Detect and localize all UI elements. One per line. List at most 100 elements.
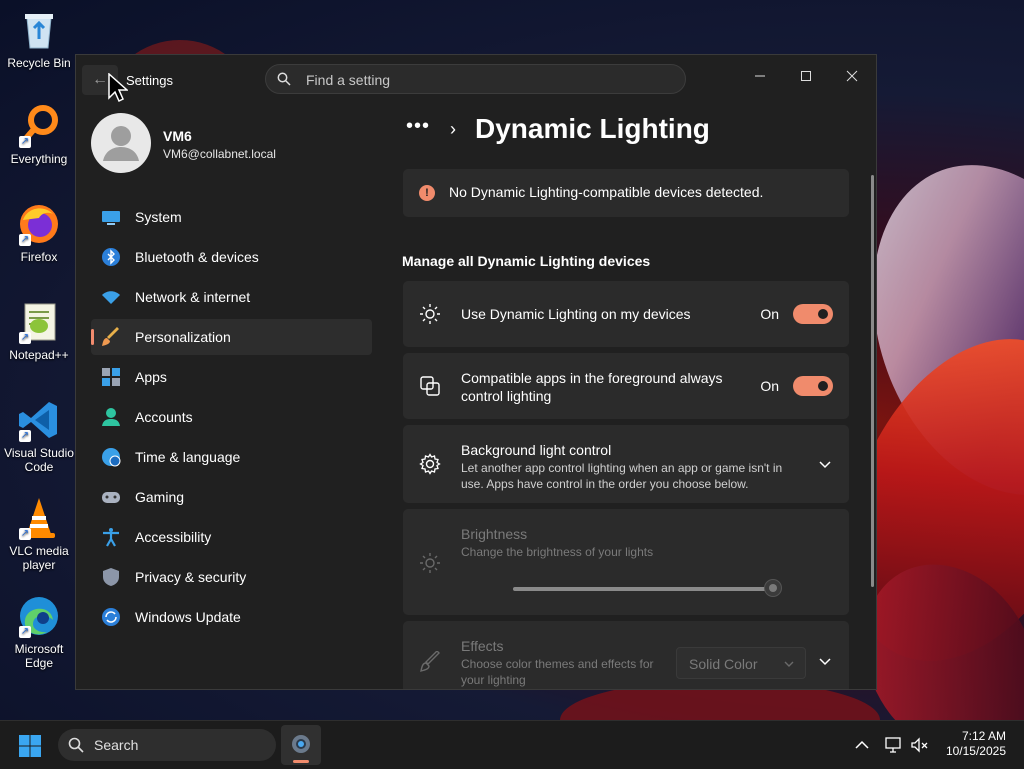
sidebar-item-label: Gaming <box>135 489 185 505</box>
close-button[interactable] <box>830 61 874 91</box>
sidebar-item-label: System <box>135 209 182 225</box>
shortcut-arrow-icon: ↗ <box>19 332 31 344</box>
info-banner: ! No Dynamic Lighting-compatible devices… <box>403 169 849 217</box>
sidebar-item-label: Network & internet <box>135 289 251 305</box>
app-title: Settings <box>126 73 173 88</box>
start-button[interactable] <box>18 734 42 758</box>
shortcut-arrow-icon: ↗ <box>19 430 31 442</box>
shortcut-arrow-icon: ↗ <box>19 136 31 148</box>
search-icon <box>68 737 84 758</box>
sidebar-item-network[interactable]: Network & internet <box>91 279 372 315</box>
setting-title: Effects <box>461 638 504 654</box>
dropdown-value: Solid Color <box>689 656 758 672</box>
taskbar-search[interactable]: Search <box>58 729 276 761</box>
title-bar: ← Settings <box>76 55 876 103</box>
setting-use-dynamic-lighting: Use Dynamic Lighting on my devices On <box>403 281 849 347</box>
notepadpp-icon: ↗ <box>17 300 61 344</box>
brightness-slider-track[interactable] <box>513 587 769 591</box>
vscode-icon: ↗ <box>17 398 61 442</box>
network-monitor-icon[interactable] <box>884 735 904 755</box>
sidebar-item-accounts[interactable]: Accounts <box>91 399 372 435</box>
breadcrumb-more-button[interactable]: ••• <box>406 115 430 138</box>
sidebar-item-privacy[interactable]: Privacy & security <box>91 559 372 595</box>
shortcut-arrow-icon: ↗ <box>19 528 31 540</box>
gear-icon <box>419 453 441 475</box>
chevron-up-icon[interactable] <box>852 735 872 755</box>
brightness-icon <box>419 552 441 574</box>
foreground-apps-toggle[interactable] <box>793 376 833 396</box>
desktop-icon-everything[interactable]: ↗ Everything <box>4 104 74 166</box>
taskbar-settings-app[interactable] <box>281 725 321 765</box>
system-clock[interactable]: 7:12 AM 10/15/2025 <box>946 729 1006 759</box>
chevron-down-icon[interactable] <box>817 653 833 669</box>
shield-icon <box>101 567 121 587</box>
accounts-icon <box>101 407 121 427</box>
setting-subtitle: Change the brightness of your lights <box>461 545 654 559</box>
sidebar-item-apps[interactable]: Apps <box>91 359 372 395</box>
setting-title: Compatible apps in the foreground always… <box>461 370 723 404</box>
brush-icon <box>101 327 121 347</box>
settings-search-box[interactable] <box>265 64 686 94</box>
sidebar-item-personalization[interactable]: Personalization <box>91 319 372 355</box>
sidebar-item-label: Privacy & security <box>135 569 247 585</box>
desktop-icon-recycle-bin[interactable]: Recycle Bin <box>4 8 74 70</box>
volume-muted-icon[interactable] <box>910 735 930 755</box>
sidebar-item-gaming[interactable]: Gaming <box>91 479 372 515</box>
sidebar-item-windows-update[interactable]: Windows Update <box>91 599 372 635</box>
shortcut-arrow-icon: ↗ <box>19 626 31 638</box>
setting-background-light-control[interactable]: Background light control Let another app… <box>403 425 849 503</box>
user-name: VM6 <box>163 128 192 144</box>
use-dynamic-lighting-toggle[interactable] <box>793 304 833 324</box>
back-arrow-icon: ← <box>92 71 108 88</box>
sidebar-item-time-language[interactable]: Time & language <box>91 439 372 475</box>
everything-search-icon: ↗ <box>17 104 61 148</box>
wifi-icon <box>101 287 121 307</box>
desktop-icon-label: Firefox <box>20 250 58 264</box>
minimize-button[interactable] <box>738 61 782 91</box>
maximize-icon <box>801 71 811 81</box>
info-message: No Dynamic Lighting-compatible devices d… <box>449 184 764 200</box>
chevron-down-icon[interactable] <box>817 456 833 472</box>
effects-dropdown[interactable]: Solid Color <box>676 647 806 679</box>
taskbar-search-label: Search <box>94 737 139 753</box>
bluetooth-icon <box>101 247 121 267</box>
setting-effects: Effects Choose color themes and effects … <box>403 621 849 689</box>
desktop-icon-label: Visual Studio Code <box>4 446 74 474</box>
search-icon <box>277 72 291 91</box>
sidebar-item-label: Time & language <box>135 449 241 465</box>
setting-title: Use Dynamic Lighting on my devices <box>461 306 691 322</box>
desktop-icon-label: Everything <box>10 152 68 166</box>
recycle-bin-icon <box>17 8 61 52</box>
desktop-icon-label: Notepad++ <box>9 348 69 362</box>
maximize-button[interactable] <box>784 61 828 91</box>
desktop-icon-edge[interactable]: ↗ Microsoft Edge <box>4 594 74 670</box>
desktop-icon-vlc[interactable]: ↗ VLC media player <box>4 496 74 572</box>
desktop-icon-label: VLC media player <box>9 544 69 572</box>
setting-foreground-apps-control: Compatible apps in the foreground always… <box>403 353 849 419</box>
gamepad-icon <box>101 487 121 507</box>
active-app-indicator <box>293 760 309 763</box>
brightness-slider-thumb[interactable] <box>764 579 782 597</box>
info-icon: ! <box>419 185 435 201</box>
desktop-icon-vscode[interactable]: ↗ Visual Studio Code <box>4 398 74 474</box>
content-scrollbar[interactable] <box>871 175 874 587</box>
setting-title: Brightness <box>461 526 528 542</box>
edge-icon: ↗ <box>17 594 61 638</box>
chevron-right-icon: › <box>450 119 456 139</box>
page-title: Dynamic Lighting <box>475 113 710 144</box>
lighting-sun-icon <box>419 303 441 325</box>
shortcut-arrow-icon: ↗ <box>19 234 31 246</box>
desktop-icon-label: Recycle Bin <box>7 56 71 70</box>
sidebar-item-accessibility[interactable]: Accessibility <box>91 519 372 555</box>
desktop-icon-label: Microsoft Edge <box>14 642 64 670</box>
user-avatar[interactable] <box>91 113 151 173</box>
clock-time: 7:12 AM <box>961 729 1006 743</box>
sidebar-item-label: Bluetooth & devices <box>135 249 259 265</box>
desktop-icon-firefox[interactable]: ↗ Firefox <box>4 202 74 264</box>
sidebar-item-system[interactable]: System <box>91 199 372 235</box>
firefox-icon: ↗ <box>17 202 61 246</box>
sidebar-item-label: Personalization <box>135 329 231 345</box>
sidebar-item-bluetooth[interactable]: Bluetooth & devices <box>91 239 372 275</box>
search-input[interactable] <box>304 70 668 90</box>
desktop-icon-notepadpp[interactable]: ↗ Notepad++ <box>4 300 74 362</box>
